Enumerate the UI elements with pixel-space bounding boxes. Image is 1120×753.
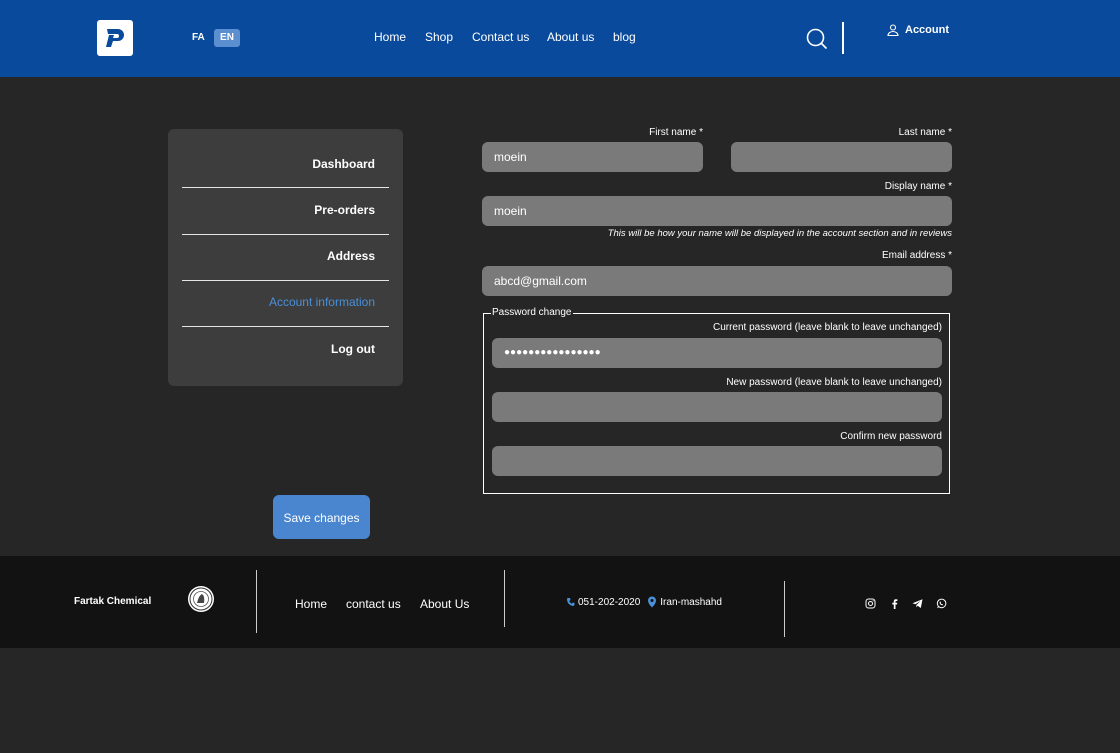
user-icon: [887, 24, 899, 36]
account-label: Account: [905, 24, 949, 36]
sidebar-divider: [182, 187, 389, 188]
nav-blog[interactable]: blog: [613, 30, 636, 44]
footer-logo: [188, 586, 214, 612]
footer-location: Iran-mashahd: [660, 596, 722, 608]
nav-contact-us[interactable]: Contact us: [472, 30, 529, 44]
account-link[interactable]: Account: [887, 24, 949, 36]
display-name-field[interactable]: moein: [482, 196, 952, 226]
last-name-label: Last name *: [898, 127, 952, 138]
display-name-hint: This will be how your name will be displ…: [607, 228, 952, 239]
first-name-field[interactable]: moein: [482, 142, 703, 172]
sidebar-item-log-out[interactable]: Log out: [182, 337, 389, 383]
site-footer: [0, 556, 1120, 648]
location-pin-icon: [648, 596, 657, 608]
confirm-password-label: Confirm new password: [840, 431, 942, 442]
footer-contact: 051-202-2020 Iran-mashahd: [566, 596, 722, 608]
instagram-icon[interactable]: [865, 596, 877, 609]
sidebar-divider: [182, 280, 389, 281]
footer-divider: [504, 570, 505, 627]
footer-divider: [784, 581, 785, 637]
telegram-icon[interactable]: [912, 596, 924, 608]
last-name-field[interactable]: [731, 142, 952, 172]
sidebar-divider: [182, 234, 389, 235]
seal-icon: [189, 587, 213, 611]
phone-icon: [567, 598, 575, 606]
site-header: FA EN Home Shop Contact us About us blog…: [0, 0, 1120, 77]
email-field[interactable]: abcd@gmail.com: [482, 266, 952, 296]
sidebar-item-address[interactable]: Address: [182, 244, 389, 290]
current-password-label: Current password (leave blank to leave u…: [712, 322, 942, 333]
site-logo[interactable]: [97, 20, 133, 56]
logo-mark-icon: [106, 29, 124, 47]
new-password-field[interactable]: [492, 392, 942, 422]
sidebar-item-pre-orders[interactable]: Pre-orders: [182, 198, 389, 244]
account-sidebar: Dashboard Pre-orders Address Account inf…: [168, 129, 403, 386]
save-changes-button[interactable]: Save changes: [273, 495, 370, 539]
lang-en-button[interactable]: EN: [214, 29, 240, 47]
facebook-icon[interactable]: [889, 596, 901, 609]
footer-link-about-us[interactable]: About Us: [420, 597, 469, 611]
footer-divider: [256, 570, 257, 633]
sidebar-divider: [182, 326, 389, 327]
confirm-password-field[interactable]: [492, 446, 942, 476]
current-password-field[interactable]: ●●●●●●●●●●●●●●●●: [492, 338, 942, 368]
sidebar-item-dashboard[interactable]: Dashboard: [182, 152, 389, 198]
lang-fa-button[interactable]: FA: [192, 29, 205, 47]
new-password-label: New password (leave blank to leave uncha…: [726, 377, 942, 388]
first-name-label: First name *: [649, 127, 703, 138]
email-label: Email address *: [881, 250, 952, 261]
search-icon[interactable]: [806, 28, 828, 55]
whatsapp-icon[interactable]: [936, 596, 948, 609]
footer-link-contact-us[interactable]: contact us: [346, 597, 401, 611]
header-divider: [842, 22, 844, 54]
nav-shop[interactable]: Shop: [425, 30, 453, 44]
sidebar-item-account-information[interactable]: Account information: [182, 290, 389, 336]
nav-home[interactable]: Home: [374, 30, 406, 44]
footer-phone[interactable]: 051-202-2020: [578, 597, 640, 608]
footer-link-home[interactable]: Home: [295, 597, 327, 611]
footer-brand: Fartak Chemical: [74, 596, 152, 607]
nav-about-us[interactable]: About us: [547, 30, 594, 44]
password-change-legend: Password change: [491, 307, 573, 318]
display-name-label: Display name *: [884, 181, 952, 192]
